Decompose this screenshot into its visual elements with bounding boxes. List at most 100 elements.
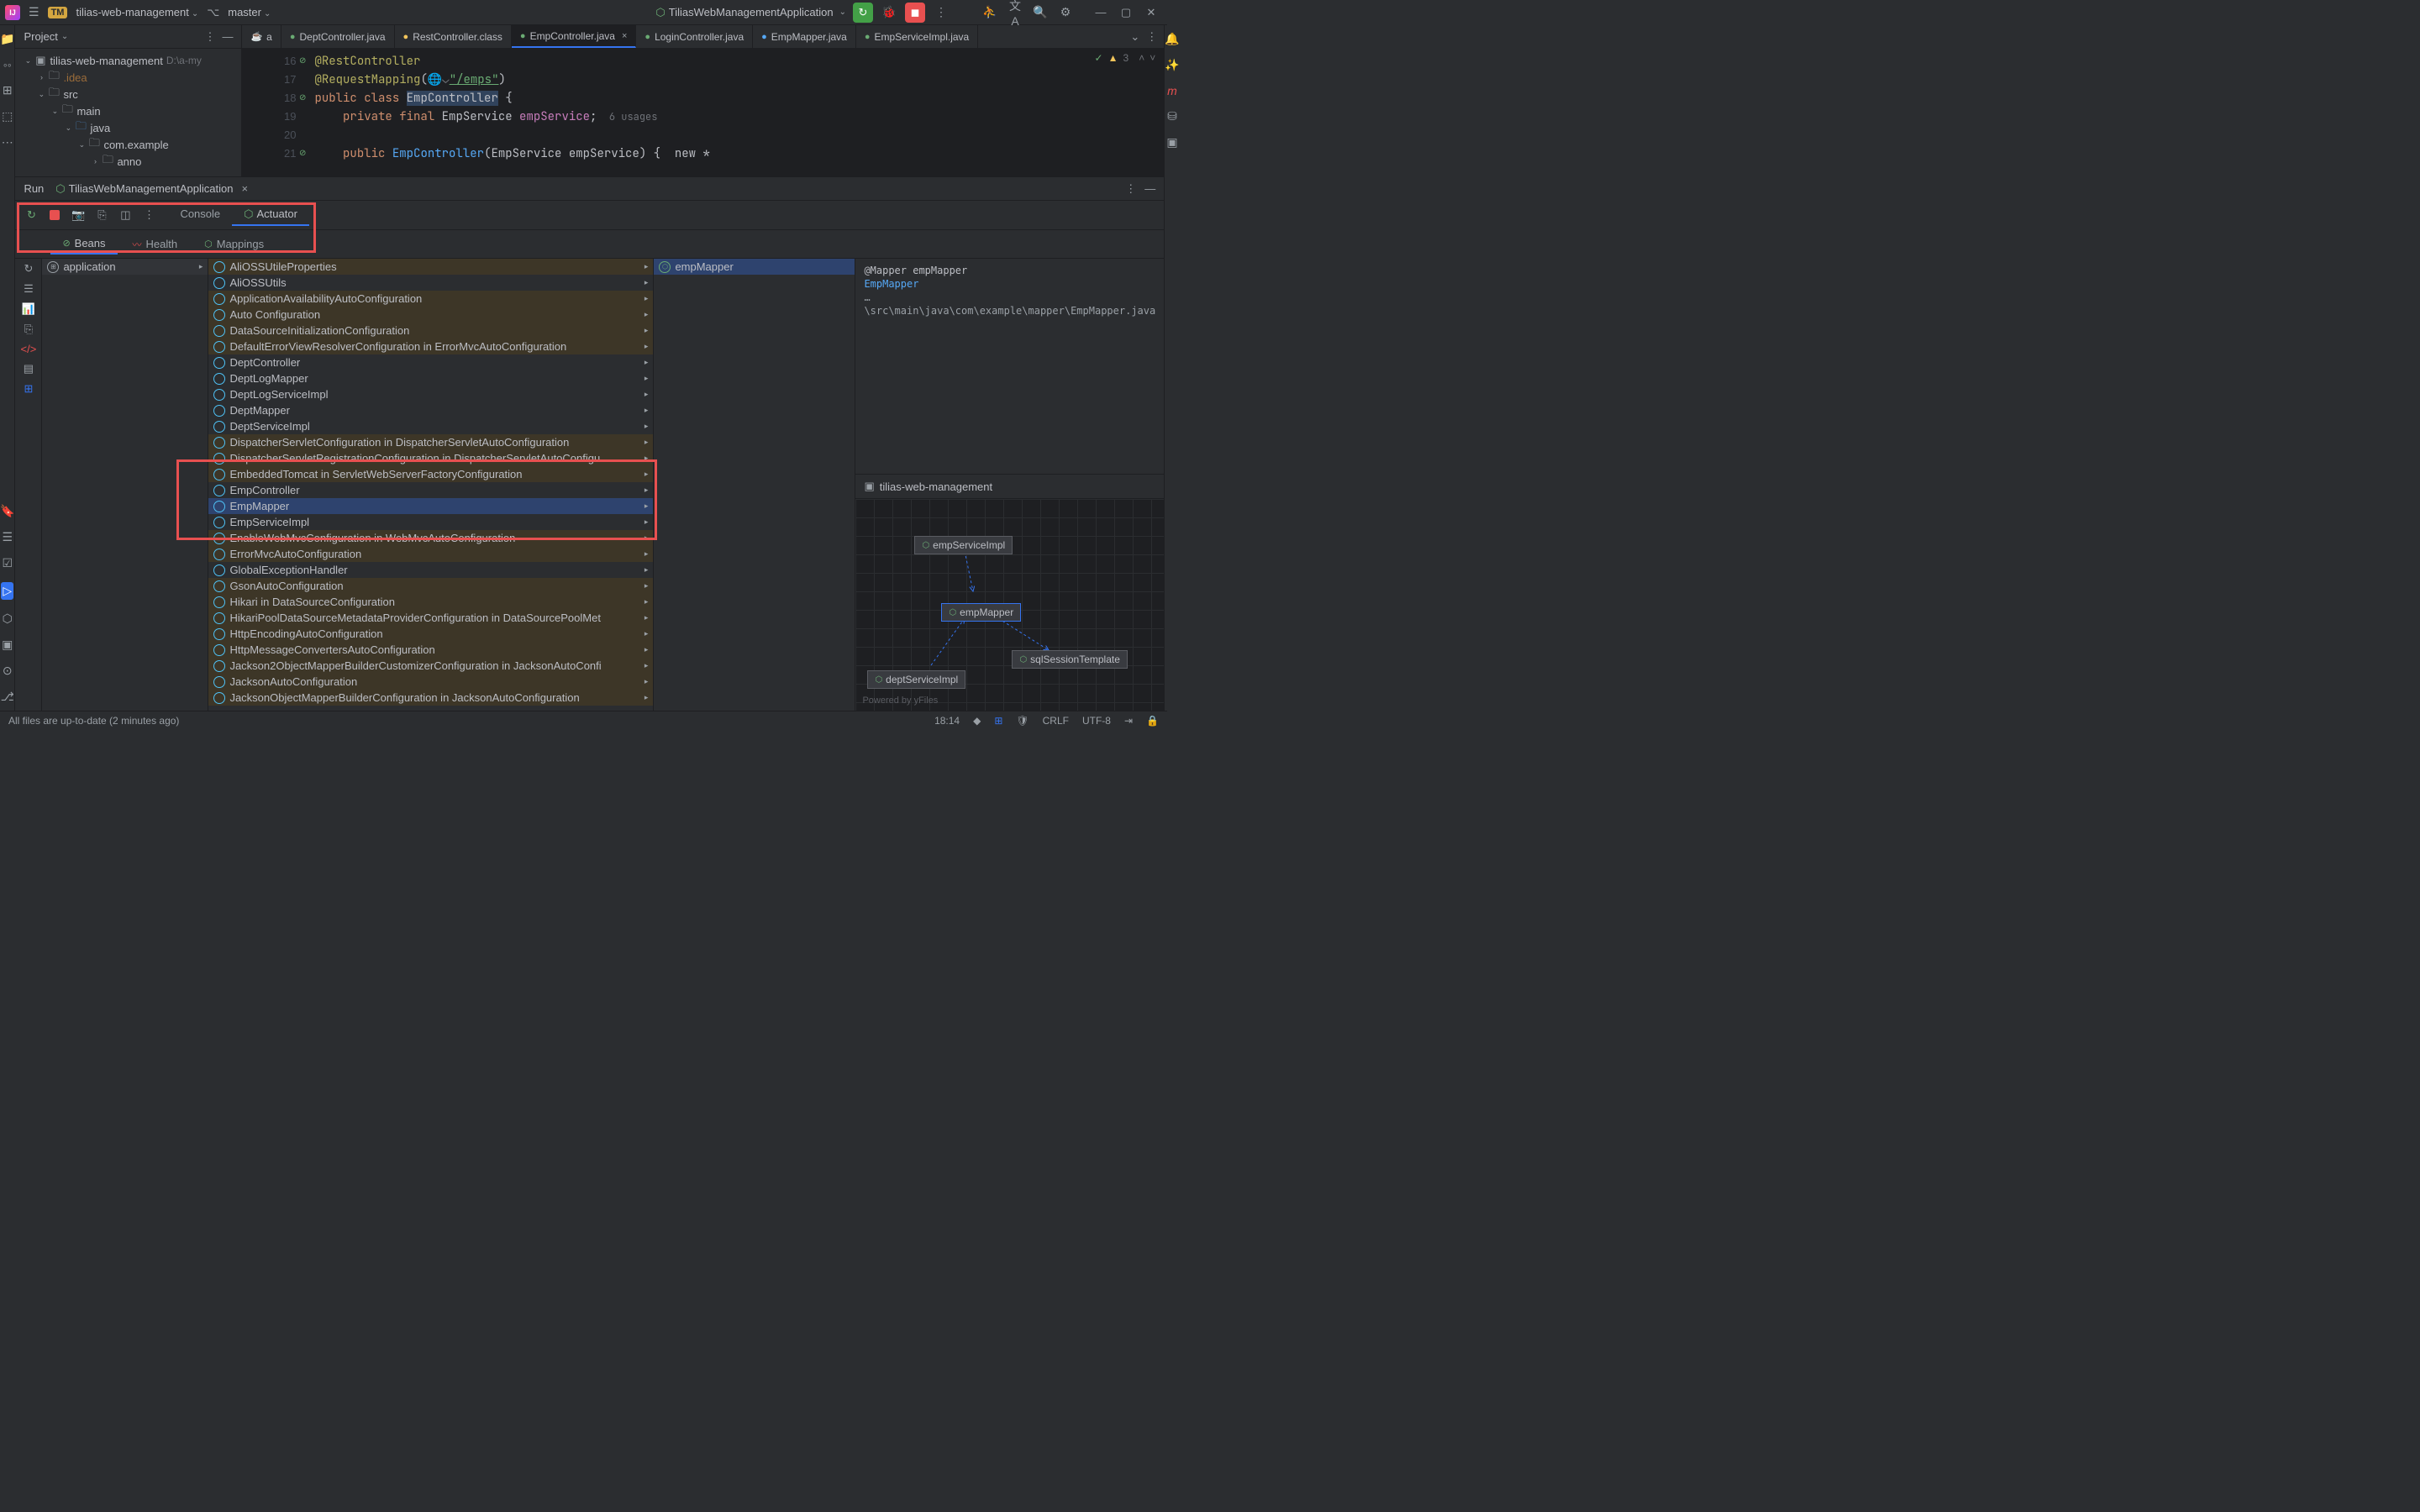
encoding[interactable]: UTF-8 (1082, 715, 1111, 727)
vcs-icon[interactable]: ⊙ (3, 664, 13, 678)
diagram-node[interactable]: ⬡empServiceImpl (914, 536, 1013, 554)
bean-row[interactable]: DeptMapper▸ (208, 402, 653, 418)
layout-icon[interactable]: ◫ (114, 206, 136, 224)
code-with-me-icon[interactable]: ⛹ (981, 5, 999, 19)
bean-row[interactable]: HttpMessageConvertersAutoConfiguration▸ (208, 642, 653, 658)
bean-row[interactable]: DispatcherServletConfiguration in Dispat… (208, 434, 653, 450)
bean-row[interactable]: DefaultErrorViewResolverConfiguration in… (208, 339, 653, 354)
tabs-more-icon[interactable]: ⋮ (1146, 30, 1157, 44)
editor-tab[interactable]: ●EmpMapper.java (753, 25, 856, 48)
rerun-icon[interactable]: ↻ (20, 206, 42, 224)
diagram-node[interactable]: ⬡sqlSessionTemplate (1012, 650, 1127, 669)
git-icon[interactable]: ⎇ (1, 690, 14, 704)
bean-row[interactable]: ApplicationAvailabilityAutoConfiguration… (208, 291, 653, 307)
run-config-label[interactable]: ⬡TiliasWebManagementApplication× (55, 182, 248, 196)
run-config-selector[interactable]: ⬡ TiliasWebManagementApplication ⌄ (655, 6, 846, 19)
editor-tab[interactable]: ●LoginController.java (636, 25, 753, 48)
db-icon[interactable]: ▤ (24, 362, 34, 375)
readonly-icon[interactable]: 🔒 (1146, 715, 1159, 727)
project-tree[interactable]: ⌄▣tilias-web-managementD:\a-my ›🗀.idea ⌄… (15, 49, 241, 173)
vcs-branch-icon[interactable]: ⌥ (207, 6, 219, 19)
bean-row[interactable]: HttpEncodingAutoConfiguration▸ (208, 626, 653, 642)
code-icon[interactable]: </> (21, 343, 37, 355)
search-icon[interactable]: 🔍 (1031, 5, 1050, 19)
bean-row[interactable]: EmpMapper▸ (208, 498, 653, 514)
bean-row[interactable]: Hikari in DataSourceConfiguration▸ (208, 594, 653, 610)
beans-list-column[interactable]: AliOSSUtileProperties▸AliOSSUtils▸Applic… (208, 259, 654, 711)
status-shield-icon[interactable]: 🛡 (1016, 715, 1028, 727)
endpoint-tool-icon[interactable]: ⊞ (3, 83, 13, 97)
services-icon[interactable]: ⬡ (3, 612, 13, 626)
editor-tab[interactable]: ●DeptController.java (281, 25, 395, 48)
ai-icon[interactable]: ✨ (1165, 58, 1179, 72)
database-icon[interactable]: ⛁ (1167, 109, 1177, 123)
gradle-icon[interactable]: ▣ (1166, 135, 1177, 150)
beans-context-column[interactable]: ⊞application▸ (42, 259, 208, 711)
bean-row[interactable]: EmbeddedTomcat in ServletWebServerFactor… (208, 466, 653, 482)
problems-icon[interactable]: ☑ (2, 556, 13, 570)
more-icon[interactable]: ⋮ (1125, 182, 1136, 196)
maximize-button[interactable]: ▢ (1115, 3, 1137, 22)
bean-row[interactable]: JacksonAutoConfiguration▸ (208, 674, 653, 690)
notifications-icon[interactable]: 🔔 (1165, 32, 1179, 46)
editor-tab[interactable]: ●RestController.class (395, 25, 512, 48)
run-button[interactable]: ↻ (853, 3, 873, 23)
line-ending[interactable]: CRLF (1043, 715, 1069, 727)
commit-tool-icon[interactable]: ◦◦ (3, 58, 12, 71)
diagram-node[interactable]: ⬡empMapper (941, 603, 1021, 622)
diagram-canvas[interactable]: ⬡empServiceImpl ⬡empMapper ⬡sqlSessionTe… (855, 499, 1164, 711)
bean-row[interactable]: JacksonObjectMapperBuilderConfiguration … (208, 690, 653, 706)
bean-row[interactable]: GsonAutoConfiguration▸ (208, 578, 653, 594)
console-tab[interactable]: Console (168, 204, 232, 226)
main-menu-icon[interactable]: ☰ (29, 5, 39, 19)
bean-row[interactable]: GlobalExceptionHandler▸ (208, 562, 653, 578)
project-name[interactable]: tilias-web-management⌄ (76, 6, 198, 18)
project-panel-header[interactable]: Project⌄ ⋮ — (15, 25, 241, 49)
bean-row[interactable]: DeptLogMapper▸ (208, 370, 653, 386)
more-actions-icon[interactable]: ⋮ (932, 5, 950, 19)
project-tool-icon[interactable]: 📁 (0, 32, 14, 46)
bean-row[interactable]: DeptLogServiceImpl▸ (208, 386, 653, 402)
tree-icon[interactable]: ⊞ (24, 382, 33, 396)
bean-row[interactable]: HikariPoolDataSourceMetadataProviderConf… (208, 610, 653, 626)
copy-icon[interactable]: ⎘ (24, 323, 33, 336)
code-inspection-widget[interactable]: ✓▲3 ˄˅ (1095, 52, 1156, 64)
bean-row[interactable]: AliOSSUtileProperties▸ (208, 259, 653, 275)
code-editor[interactable]: ✓▲3 ˄˅ 16⊘ 17 18⊘ 19 20 21⊘ @RestControl… (242, 49, 1164, 176)
health-subtab[interactable]: 〰Health (121, 234, 190, 255)
more-icon[interactable]: ⋮ (138, 206, 160, 224)
chart-icon[interactable]: 📊 (22, 302, 35, 316)
beans-subtab[interactable]: ⊘Beans (50, 234, 117, 255)
bean-row[interactable]: EmpController▸ (208, 482, 653, 498)
editor-tab[interactable]: ●EmpController.java× (512, 25, 636, 48)
bookmarks-icon[interactable]: 🔖 (0, 504, 14, 518)
actuator-tab[interactable]: ⬡Actuator (232, 204, 309, 226)
stop-button[interactable]: ◼ (905, 3, 925, 23)
refresh-icon[interactable]: ↻ (24, 262, 33, 276)
bean-row[interactable]: EnableWebMvcConfiguration in WebMvcAutoC… (208, 530, 653, 546)
bean-row[interactable]: DeptController▸ (208, 354, 653, 370)
debug-button[interactable]: 🐞 (880, 5, 898, 19)
hide-icon[interactable]: — (1144, 182, 1155, 196)
exit-icon[interactable]: ⎘ (91, 206, 113, 224)
bean-row[interactable]: Auto Configuration▸ (208, 307, 653, 323)
bean-row[interactable]: EmpServiceImpl▸ (208, 514, 653, 530)
more-icon[interactable]: ⋮ (204, 30, 215, 44)
stop-icon[interactable] (44, 206, 66, 224)
ide-logo[interactable]: IJ (5, 5, 20, 20)
mappings-subtab[interactable]: ⬡Mappings (192, 234, 276, 255)
maven-icon[interactable]: m (1167, 84, 1177, 97)
filter-icon[interactable]: ☰ (24, 282, 34, 296)
selected-dependency[interactable]: ⬡empMapper (654, 259, 855, 275)
bean-row[interactable]: DataSourceInitializationConfiguration▸ (208, 323, 653, 339)
editor-tab[interactable]: ●EmpServiceImpl.java (856, 25, 978, 48)
beans-dependency-column[interactable]: ⬡empMapper (654, 259, 855, 711)
structure-tool-icon[interactable]: ⬚ (2, 109, 13, 123)
minimize-button[interactable]: — (1090, 3, 1112, 22)
more-tools-icon[interactable]: ⋯ (2, 135, 13, 150)
camera-icon[interactable]: 📷 (67, 206, 89, 224)
bean-row[interactable]: Jackson2ObjectMapperBuilderCustomizerCon… (208, 658, 653, 674)
terminal-icon[interactable]: ▣ (2, 638, 13, 652)
bean-row[interactable]: DeptServiceImpl▸ (208, 418, 653, 434)
todo-icon[interactable]: ☰ (2, 530, 13, 544)
